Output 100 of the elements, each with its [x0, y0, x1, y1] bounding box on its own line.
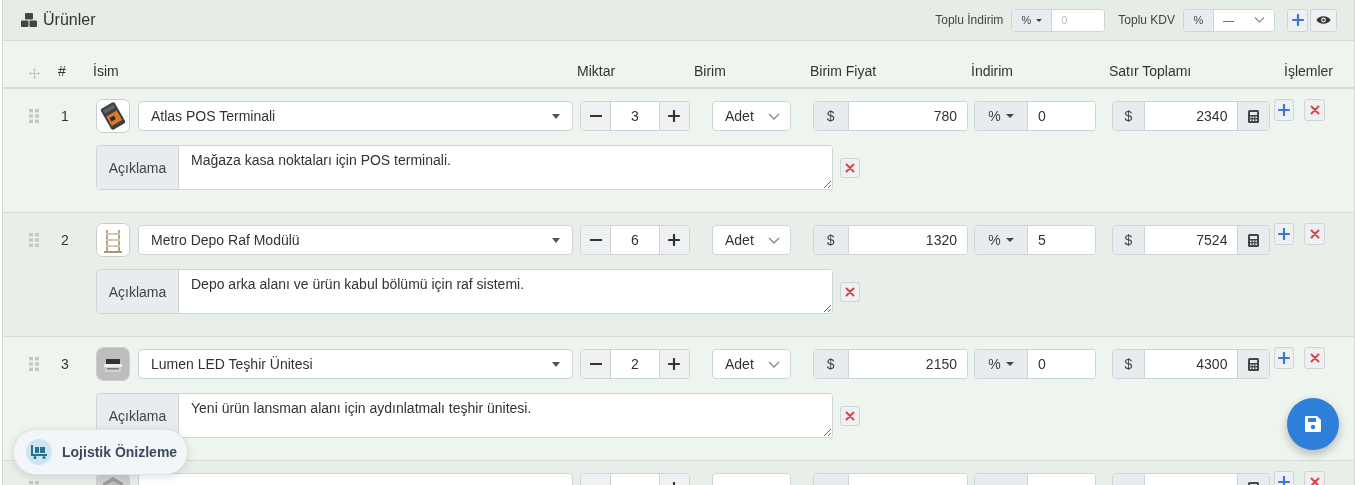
move-icon [29, 68, 40, 79]
add-row-button[interactable] [1274, 347, 1294, 369]
plus-icon [1278, 476, 1290, 485]
calculator-button[interactable] [1237, 350, 1269, 378]
close-icon [845, 410, 855, 421]
quantity-field[interactable]: 6 [610, 226, 660, 254]
plus-icon [1278, 104, 1290, 116]
add-row-button[interactable] [1274, 223, 1294, 245]
close-icon [1309, 229, 1320, 239]
remove-description-button[interactable] [840, 281, 860, 302]
increment-button[interactable] [659, 102, 689, 130]
drag-handle-icon[interactable] [29, 233, 39, 247]
currency-label: $ [814, 226, 849, 254]
unit-select[interactable]: Adet [712, 349, 791, 379]
caret-icon [1005, 114, 1014, 118]
delete-row-button[interactable] [1304, 347, 1325, 369]
row-number: 1 [60, 108, 70, 124]
discount-type-dropdown[interactable]: % [1012, 9, 1053, 31]
close-icon [1309, 477, 1320, 485]
percent-label: % [1184, 9, 1214, 31]
button-label: Lojistik Önizleme [62, 444, 178, 460]
discount-input-group[interactable]: % 0 [974, 349, 1096, 379]
product-select[interactable]: Lumen LED Teşhir Ünitesi [138, 349, 573, 379]
caret-icon [1005, 362, 1014, 366]
description-field[interactable]: Açıklama Depo arka alanı ve ürün kabul bölümü için raf sistemi. [96, 269, 833, 314]
delete-row-button[interactable] [1304, 99, 1325, 121]
unit-price-input-group[interactable]: $ 2150 [813, 349, 968, 379]
minus-icon [589, 239, 602, 241]
description-field[interactable]: Açıklama Yeni ürün lansman alanı için aydınlatmalı teşhir ünitesi. [96, 393, 833, 438]
caret-icon [1005, 238, 1014, 242]
calculator-icon [1248, 357, 1260, 371]
decrement-button[interactable] [581, 226, 611, 254]
product-select[interactable]: Atlas POS Terminali [138, 101, 573, 131]
calculator-button[interactable] [1237, 102, 1269, 130]
product-select[interactable]: Metro Depo Raf Modülü [138, 225, 573, 255]
calculator-icon [1248, 109, 1260, 123]
quantity-field[interactable]: 3 [610, 102, 660, 130]
remove-description-button[interactable] [840, 157, 860, 178]
discount-type-dropdown[interactable]: % [975, 226, 1029, 254]
add-button[interactable] [1287, 8, 1308, 32]
plus-icon [668, 234, 681, 246]
calculator-button[interactable] [1237, 226, 1269, 254]
column-header: Miktar [577, 63, 617, 79]
column-header: # [58, 63, 67, 79]
quantity-stepper[interactable]: 3 [580, 101, 690, 131]
increment-button[interactable] [659, 226, 689, 254]
column-header: İndirim [971, 63, 1014, 79]
caret-icon [1036, 18, 1043, 22]
chevron-down-icon [768, 236, 780, 244]
unit-price-input-group[interactable]: $ 1320 [813, 225, 968, 255]
drag-handle-icon[interactable] [29, 357, 39, 371]
line-total-input-group[interactable]: $ 7524 [1112, 225, 1270, 255]
discount-type-dropdown[interactable]: % [975, 350, 1029, 378]
currency-label: $ [1113, 102, 1145, 130]
discount-input-group[interactable]: % 0 [974, 101, 1096, 131]
quantity-stepper[interactable]: 2 [580, 349, 690, 379]
minus-icon [589, 363, 602, 365]
remove-description-button[interactable] [840, 405, 860, 426]
close-icon [845, 286, 855, 297]
description-field[interactable]: Açıklama Mağaza kasa noktaları için POS terminali. [96, 145, 833, 190]
discount-input-group[interactable]: % 5 [974, 225, 1096, 255]
column-header: İsim [93, 63, 120, 79]
discount-type-dropdown[interactable]: % [975, 102, 1029, 130]
plus-icon [1278, 352, 1290, 364]
caret-icon [552, 361, 560, 367]
close-icon [845, 162, 855, 173]
bulk-discount-input-group[interactable]: % 0 [1011, 8, 1106, 32]
preview-button[interactable] [1310, 8, 1337, 32]
chevron-down-icon [1254, 17, 1265, 23]
quantity-stepper[interactable]: 6 [580, 225, 690, 255]
close-icon [1309, 105, 1320, 115]
minus-icon [589, 115, 602, 117]
unit-price-input-group[interactable]: $ 780 [813, 101, 968, 131]
column-header: Birim Fiyat [810, 63, 878, 79]
currency-label: $ [814, 102, 849, 130]
pallet-cart-icon [31, 445, 47, 459]
drag-handle-icon[interactable] [29, 109, 39, 123]
logistics-preview-button[interactable]: Lojistik Önizleme [13, 429, 189, 475]
line-total-input-group[interactable]: $ 4300 [1112, 349, 1270, 379]
line-total-input-group[interactable]: $ 2340 [1112, 101, 1270, 131]
increment-button[interactable] [659, 350, 689, 378]
caret-icon [552, 237, 560, 243]
column-header: İşlemler [1284, 63, 1334, 79]
currency-label: $ [1113, 226, 1145, 254]
decrement-button[interactable] [581, 102, 611, 130]
vat-input-group[interactable]: % — [1183, 8, 1275, 32]
add-row-button[interactable] [1274, 99, 1294, 121]
column-header: Satır Toplamı [1109, 63, 1193, 79]
delete-row-button[interactable] [1304, 223, 1325, 245]
plus-icon [1291, 14, 1304, 26]
decrement-button[interactable] [581, 350, 611, 378]
panel-title: Ürünler [43, 11, 96, 29]
plus-icon [1278, 228, 1290, 240]
row-number: 2 [60, 232, 70, 248]
unit-select[interactable]: Adet [712, 225, 791, 255]
close-icon [1309, 353, 1320, 363]
unit-select[interactable]: Adet [712, 101, 791, 131]
eye-icon [1316, 15, 1331, 25]
quantity-field[interactable]: 2 [610, 350, 660, 378]
calculator-icon [1248, 233, 1260, 247]
